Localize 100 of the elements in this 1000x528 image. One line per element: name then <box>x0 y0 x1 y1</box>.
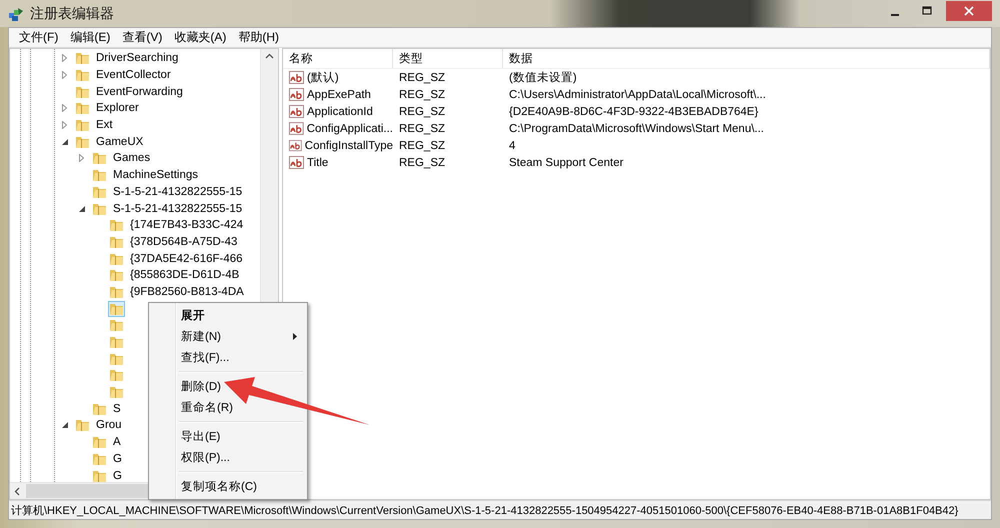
folder-icon <box>92 202 107 216</box>
value-data: {D2E40A9B-8D6C-4F3D-9322-4B3EBADB764E} <box>509 106 758 118</box>
tree-item[interactable]: G <box>111 452 124 466</box>
context-menu-item[interactable]: 权限(P)... <box>151 447 305 468</box>
folder-icon <box>109 318 124 332</box>
registry-editor-icon <box>8 6 24 22</box>
value-name[interactable]: ConfigApplicati... <box>306 122 393 134</box>
context-menu-item[interactable]: 删除(D) <box>151 376 305 397</box>
tree-item[interactable]: Grou <box>94 418 124 432</box>
tree-item[interactable]: {9FB82560-B813-4DA <box>128 284 246 299</box>
string-value-icon <box>289 156 304 170</box>
value-name[interactable]: Title <box>307 156 328 168</box>
tree-item[interactable]: GameUX <box>94 134 146 149</box>
folder-icon <box>109 368 124 382</box>
value-name[interactable]: AppExePath <box>307 88 371 100</box>
tree-item[interactable]: Explorer <box>94 101 141 116</box>
value-data: C:\ProgramData\Microsoft\Windows\Start Menu\... <box>509 122 764 134</box>
collapsed-icon[interactable] <box>62 104 67 112</box>
folder-icon <box>75 68 90 82</box>
expanded-icon[interactable] <box>62 422 68 428</box>
expanded-icon[interactable] <box>62 138 68 145</box>
folder-icon <box>75 418 90 432</box>
tree-item[interactable]: {174E7B43-B33C-424 <box>128 218 246 232</box>
status-bar: 计算机\HKEY_LOCAL_MACHINE\SOFTWARE\Microsoft\Windows\CurrentVersion\GameUX\S-1-5-21-4132822555-1504954227-4051501060-500\{CEF58076-EB40-4E88-B71B-01A8B1F04B42} <box>9 500 991 519</box>
menu-item[interactable]: 文件(F) <box>13 29 64 46</box>
submenu-arrow-icon <box>293 333 297 340</box>
tree-item[interactable]: EventForwarding <box>94 84 185 99</box>
value-type: REG_SZ <box>399 88 446 100</box>
minimize-icon <box>891 14 899 16</box>
context-menu-item[interactable]: 展开 <box>151 305 305 326</box>
folder-icon <box>109 234 124 249</box>
context-menu-item[interactable]: 查找(F)... <box>151 347 305 368</box>
tree-item[interactable]: S-1-5-21-4132822555-15 <box>111 184 244 199</box>
menu-item[interactable]: 收藏夹(A) <box>168 29 232 46</box>
tree-item[interactable]: EventCollector <box>94 68 173 82</box>
menu-item[interactable]: 查看(V) <box>116 29 168 46</box>
expanded-icon[interactable] <box>79 206 85 212</box>
folder-icon <box>92 468 107 482</box>
folder-icon <box>109 284 124 299</box>
context-menu-item[interactable]: 导出(E) <box>151 426 305 447</box>
tree-item[interactable]: S-1-5-21-4132822555-15 <box>111 202 244 216</box>
folder-icon <box>109 268 124 282</box>
folder-icon <box>92 435 107 450</box>
string-value-icon <box>289 122 304 136</box>
close-icon <box>963 4 975 16</box>
value-data: C:\Users\Administrator\AppData\Local\Microsoft\... <box>509 88 766 100</box>
string-value-icon <box>289 88 304 102</box>
scroll-left-icon[interactable] <box>14 486 20 496</box>
maximize-icon <box>922 6 932 16</box>
folder-icon <box>92 184 107 199</box>
context-menu-item[interactable]: 新建(N) <box>151 326 305 347</box>
close-button[interactable] <box>946 0 992 20</box>
tree-item[interactable]: G <box>111 468 124 482</box>
menu-item[interactable]: 帮助(H) <box>232 29 285 46</box>
folder-icon <box>109 335 124 350</box>
tree-item[interactable]: MachineSettings <box>111 168 200 182</box>
value-name[interactable]: ConfigInstallType <box>304 140 393 152</box>
collapsed-icon[interactable] <box>62 71 67 80</box>
value-name[interactable]: (默认) <box>307 70 339 85</box>
folder-icon <box>109 385 124 400</box>
folder-icon <box>109 352 124 366</box>
folder-icon <box>75 51 90 66</box>
column-header[interactable]: 名称 <box>283 49 393 69</box>
value-data: 4 <box>509 140 516 152</box>
folder-icon <box>75 84 90 99</box>
context-menu-item[interactable]: 重命名(R) <box>151 397 305 418</box>
tree-item[interactable]: {37DA5E42-616F-466 <box>128 252 245 266</box>
value-data: (数值未设置) <box>509 70 577 85</box>
scroll-up-icon[interactable] <box>265 53 274 59</box>
folder-icon <box>109 302 124 316</box>
tree-item[interactable]: A <box>111 435 123 450</box>
column-header[interactable]: 类型 <box>393 49 503 69</box>
value-type: REG_SZ <box>399 72 446 84</box>
tree-item[interactable]: {378D564B-A75D-43 <box>128 234 240 249</box>
folder-icon <box>109 218 124 232</box>
collapsed-icon[interactable] <box>62 121 67 130</box>
menu-item[interactable]: 编辑(E) <box>64 29 116 46</box>
window-title: 注册表编辑器 <box>30 4 114 22</box>
folder-icon <box>92 151 107 166</box>
folder-icon <box>92 452 107 466</box>
folder-icon <box>75 134 90 149</box>
folder-icon <box>92 402 107 416</box>
context-menu-item[interactable]: 复制项名称(C) <box>151 476 305 497</box>
tree-item[interactable]: Games <box>111 151 152 166</box>
tree-item[interactable]: {855863DE-D61D-4B <box>128 268 242 282</box>
value-type: REG_SZ <box>399 106 446 118</box>
column-header[interactable]: 数据 <box>503 49 990 69</box>
value-data: Steam Support Center <box>509 156 624 168</box>
string-value-icon <box>289 70 304 84</box>
folder-icon <box>109 252 124 266</box>
value-type: REG_SZ <box>399 122 446 134</box>
tree-item[interactable]: Ext <box>94 118 115 132</box>
collapsed-icon[interactable] <box>79 154 84 162</box>
collapsed-icon[interactable] <box>62 54 67 62</box>
tree-item[interactable]: S <box>111 402 123 416</box>
value-name[interactable]: ApplicationId <box>307 106 373 118</box>
folder-icon <box>75 101 90 116</box>
value-type: REG_SZ <box>399 156 446 168</box>
string-value-icon <box>289 138 302 152</box>
tree-item[interactable]: DriverSearching <box>94 51 180 66</box>
